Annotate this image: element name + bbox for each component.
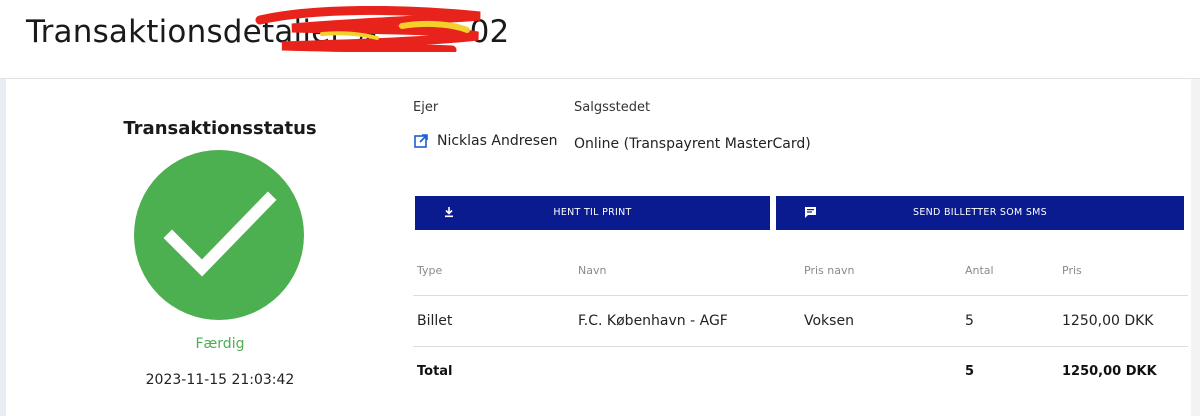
owner-link[interactable]: Nicklas Andresen — [413, 133, 558, 149]
total-amount: 1250,00 DKK — [1062, 364, 1157, 379]
row-name: F.C. København - AGF — [578, 313, 728, 329]
status-state: Færdig — [195, 336, 245, 352]
table-divider-total — [413, 346, 1188, 347]
print-button[interactable]: HENT TIL PRINT — [415, 196, 770, 230]
row-type: Billet — [417, 313, 453, 329]
external-link-icon — [414, 134, 428, 148]
send-sms-button[interactable]: SEND BILLETTER SOM SMS — [776, 196, 1184, 230]
sales-location: Online (Transpayrent MasterCard) — [574, 136, 811, 152]
owner-label: Ejer — [413, 100, 439, 115]
sales-label: Salgsstedet — [574, 100, 651, 115]
column-header-name: Navn — [578, 264, 607, 277]
status-title: Transaktionsstatus — [123, 118, 317, 139]
total-quantity: 5 — [965, 364, 975, 379]
redaction-scribble — [255, 6, 481, 52]
page-header: Transaktionsdetaljer #02 — [0, 0, 1200, 79]
status-success-circle — [134, 150, 304, 320]
status-datetime: 2023-11-15 21:03:42 — [145, 372, 295, 388]
total-label: Total — [417, 364, 453, 379]
send-sms-button-label: SEND BILLETTER SOM SMS — [912, 207, 1048, 218]
checkmark-icon — [163, 191, 277, 277]
owner-name: Nicklas Andresen — [437, 133, 558, 149]
column-header-type: Type — [417, 264, 443, 277]
column-header-price: Pris — [1062, 264, 1082, 277]
column-header-quantity: Antal — [965, 264, 994, 277]
row-quantity: 5 — [965, 313, 974, 329]
row-price: 1250,00 DKK — [1062, 313, 1154, 329]
left-edge-strip — [0, 79, 6, 416]
column-header-price-name: Pris navn — [804, 264, 855, 277]
print-button-label: HENT TIL PRINT — [553, 207, 632, 218]
row-price-name: Voksen — [804, 313, 854, 329]
table-divider — [413, 295, 1188, 296]
scrollbar[interactable] — [1191, 79, 1200, 416]
